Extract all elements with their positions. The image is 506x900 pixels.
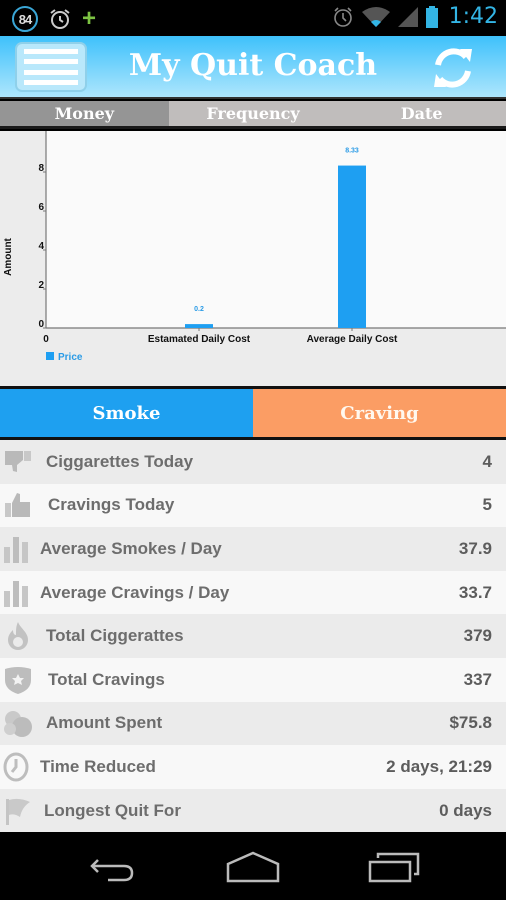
stat-row-total-ciggerattes: Total Ciggerattes 379 [0,614,506,658]
thumbs-up-icon [5,493,30,518]
legend-swatch [46,352,54,360]
stat-label: Average Smokes / Day [40,538,222,558]
x-tick-label: Average Daily Cost [307,334,398,345]
flag-icon [6,798,30,825]
stat-value: 37.9 [458,538,492,558]
back-icon[interactable] [84,850,144,884]
stat-row-total-cravings: Total Cravings 337 [0,657,506,702]
action-buttons: Smoke Craving [0,386,506,440]
stat-row-cravings-today: Cravings Today 5 [0,483,506,528]
clock: 1:42 [448,4,498,29]
stat-label: Average Cravings / Day [40,582,230,602]
stat-value: 4 [482,451,492,471]
stat-label: Ciggarettes Today [46,451,194,471]
battery-icon [425,5,438,28]
x-origin-label: 0 [43,334,49,345]
plus-icon: + [82,5,97,32]
shield-star-icon [5,666,31,694]
cell-signal-icon [397,6,418,27]
refresh-icon[interactable] [430,45,476,91]
stat-label: Time Reduced [40,756,156,776]
coins-icon [4,711,32,738]
status-bar: 84 + 1:42 [0,0,506,36]
stat-label: Amount Spent [46,713,163,733]
app-header: My Quit Coach [0,36,506,99]
tab-date[interactable]: Date [337,101,506,126]
thumbs-down-icon [5,450,31,472]
stat-row-ciggarettes-today: Ciggarettes Today 4 [0,440,506,484]
stat-value: 0 days [439,800,492,820]
stat-value: 379 [463,626,492,646]
stat-label: Cravings Today [48,495,175,515]
data-label: 8.33 [345,148,359,155]
y-tick-label: 4 [38,241,44,252]
chart-tabs: Money Frequency Date [0,101,506,129]
y-axis-label: Amount [3,237,14,275]
y-tick-label: 6 [38,202,44,213]
wifi-icon [361,6,390,27]
x-tick-label: Estamated Daily Cost [148,334,251,345]
tab-frequency[interactable]: Frequency [169,101,338,126]
stat-row-average-cravings: Average Cravings / Day 33.7 [0,570,506,615]
y-tick-label: 2 [38,280,44,291]
alarm-clock-icon [50,9,70,29]
alarm-icon [333,6,352,27]
stat-value: 337 [463,669,492,689]
recent-apps-icon[interactable] [364,850,424,884]
clock-icon [3,752,29,782]
navigation-bar [0,832,506,900]
plot-area [46,131,506,328]
flame-icon [8,622,28,651]
stats-list: Ciggarettes Today 4 Cravings Today 5 Ave… [0,440,506,833]
craving-button[interactable]: Craving [253,389,506,437]
y-tick-label: 0 [38,319,44,330]
stat-label: Total Ciggerattes [46,626,184,646]
stat-value: 5 [482,495,492,515]
bar-chart-icon [4,580,28,607]
smoke-button[interactable]: Smoke [0,389,253,437]
stat-row-longest-quit: Longest Quit For 0 days [0,788,506,833]
notification-badge-icon: 84 [12,6,38,32]
stat-value: 33.7 [458,582,492,602]
home-icon[interactable] [223,850,283,884]
bar [338,165,366,328]
bar-chart: 0 2 4 6 8 0.2 Estamated Daily Cost 8.33 Average… [3,131,506,363]
y-tick-label: 8 [38,163,44,174]
stat-value: 2 days, 21:29 [386,756,492,776]
stat-label: Total Cravings [48,669,165,689]
data-label: 0.2 [194,306,204,313]
bar-chart-icon [4,536,28,563]
stat-value: $75.8 [449,713,492,733]
bar [185,324,213,328]
stat-label: Longest Quit For [44,800,181,820]
stat-row-amount-spent: Amount Spent $75.8 [0,701,506,746]
stat-row-average-smokes: Average Smokes / Day 37.9 [0,527,506,571]
cost-chart: 0 2 4 6 8 0.2 Estamated Daily Cost 8.33 Average… [0,131,506,386]
stat-row-time-reduced: Time Reduced 2 days, 21:29 [0,745,506,789]
tab-money[interactable]: Money [0,101,169,126]
legend-label: Price [58,352,83,363]
